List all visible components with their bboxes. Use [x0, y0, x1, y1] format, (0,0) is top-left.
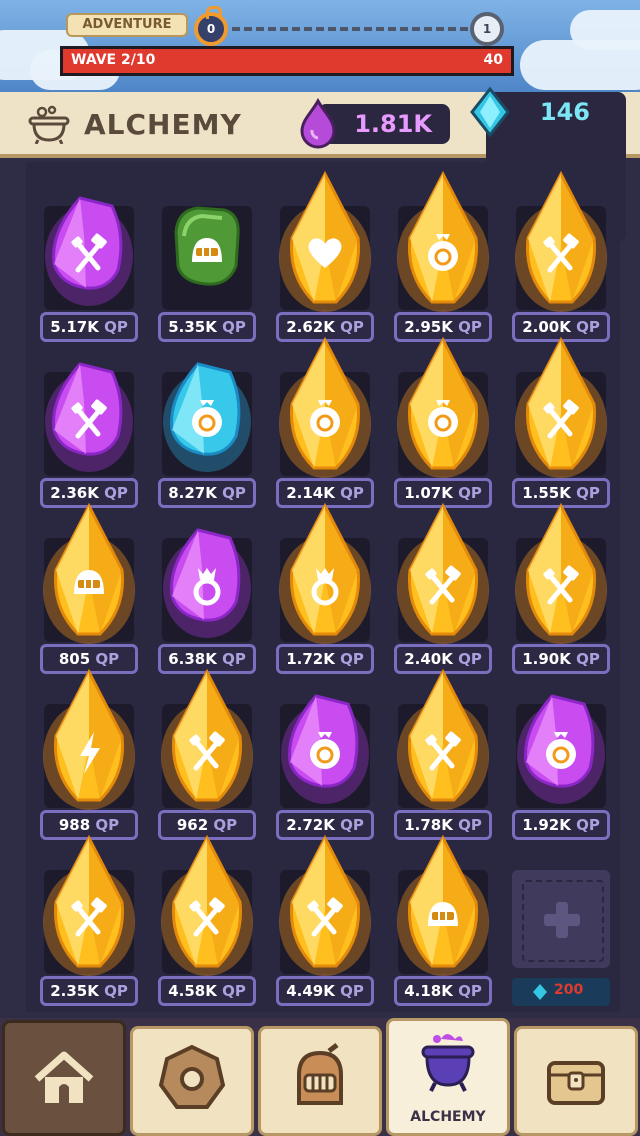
- crystal-gold: [43, 502, 135, 644]
- crystal-slot[interactable]: 2.95K QP: [394, 166, 492, 342]
- empty-slot[interactable]: 200: [512, 830, 610, 1006]
- crystal-gold: [279, 834, 371, 976]
- crystal-green: [174, 206, 240, 286]
- crystal-qp-label: 4.18K QP: [394, 976, 492, 1006]
- plus-icon: [544, 902, 580, 938]
- crystal-qp-value: 4.58K: [168, 982, 217, 1000]
- crystal-slot[interactable]: 2.00K QP: [512, 166, 610, 342]
- wave-value: 40: [483, 52, 503, 68]
- crystal-gold: [515, 502, 607, 644]
- crystal-slot[interactable]: 2.62K QP: [276, 166, 374, 342]
- diamond-icon: [533, 984, 547, 1000]
- crystal-purple: [517, 694, 605, 804]
- adventure-tag[interactable]: ADVENTURE: [66, 13, 188, 37]
- crystal-slot[interactable]: 805 QP: [40, 498, 138, 674]
- crystal-slot[interactable]: 5.17K QP: [40, 166, 138, 342]
- crystal-slot[interactable]: 2.14K QP: [276, 332, 374, 508]
- crystal-qp-label: 4.49K QP: [276, 976, 374, 1006]
- progress-track: [232, 27, 468, 31]
- progress-start-node: 0: [194, 6, 228, 46]
- crystal-gold: [43, 834, 135, 976]
- alchemy-grid: 5.17K QP 5.35K QP 2.62K QP 2.95K QP 2.00…: [26, 162, 620, 1012]
- progress-end-node: 1: [470, 12, 504, 46]
- crystal-slot[interactable]: 1.90K QP: [512, 498, 610, 674]
- crystal-gold: [515, 336, 607, 478]
- crystal-slot[interactable]: 4.49K QP: [276, 830, 374, 1006]
- crystal-slot[interactable]: 2.72K QP: [276, 664, 374, 840]
- crystal-gold: [397, 170, 489, 312]
- wave-label: WAVE 2/10: [71, 52, 156, 68]
- crystal-slot[interactable]: 5.35K QP: [158, 166, 256, 342]
- page-title: ALCHEMY: [84, 108, 242, 141]
- crystal-gold: [397, 668, 489, 810]
- crystal-slot[interactable]: 988 QP: [40, 664, 138, 840]
- crystal-gold: [397, 336, 489, 478]
- crystal-slot[interactable]: 1.72K QP: [276, 498, 374, 674]
- crystal-qp-label: 4.58K QP: [158, 976, 256, 1006]
- tab-upgrades[interactable]: [130, 1026, 254, 1136]
- crystal-gold: [161, 668, 253, 810]
- tab-alchemy[interactable]: ALCHEMY: [386, 1018, 510, 1136]
- crystal-gold: [397, 834, 489, 976]
- crystal-purple: [163, 528, 251, 638]
- crystal-blue: [163, 362, 251, 472]
- crystal-slot[interactable]: 8.27K QP: [158, 332, 256, 508]
- crystal-qp-value: 2.35K: [50, 982, 99, 1000]
- top-bar: ADVENTURE 0 1 WAVE 2/10 40: [0, 0, 640, 92]
- crystal-gold: [279, 336, 371, 478]
- tab-treasure[interactable]: [514, 1026, 638, 1136]
- crystal-qp-value: 4.49K: [286, 982, 335, 1000]
- crystal-gold: [43, 668, 135, 810]
- crystal-gold: [279, 170, 371, 312]
- cauldron-icon: [28, 105, 70, 144]
- diamond-icon: [470, 86, 510, 138]
- chest-icon: [547, 1061, 605, 1105]
- crystal-slot[interactable]: 6.38K QP: [158, 498, 256, 674]
- crystal-qp-unit: QP: [340, 982, 364, 1000]
- knight-helmet-icon: [297, 1043, 343, 1105]
- crystal-gold: [515, 170, 607, 312]
- crystal-slot[interactable]: 2.35K QP: [40, 830, 138, 1006]
- crystal-qp-unit: QP: [104, 982, 128, 1000]
- house-icon: [34, 1051, 94, 1103]
- cloud: [570, 10, 640, 50]
- crystal-slot[interactable]: 962 QP: [158, 664, 256, 840]
- crystal-slot[interactable]: 2.36K QP: [40, 332, 138, 508]
- qp-counter: 1.81K: [300, 98, 450, 149]
- crystal-slot[interactable]: 1.78K QP: [394, 664, 492, 840]
- crystal-slot[interactable]: 4.58K QP: [158, 830, 256, 1006]
- crystal-slot[interactable]: 1.92K QP: [512, 664, 610, 840]
- wave-progress-bar: WAVE 2/10 40: [60, 46, 514, 76]
- crystal-gold: [397, 502, 489, 644]
- gem-value: 146: [539, 98, 590, 126]
- crystal-qp-label: 2.35K QP: [40, 976, 138, 1006]
- crystal-purple: [45, 196, 133, 306]
- crystal-purple: [45, 362, 133, 472]
- unlock-cost[interactable]: 200: [512, 978, 610, 1006]
- tab-home[interactable]: [2, 1020, 126, 1136]
- bottom-nav: ALCHEMY: [0, 1018, 640, 1136]
- crystal-slot[interactable]: 1.55K QP: [512, 332, 610, 508]
- crystal-qp-value: 4.18K: [404, 982, 453, 1000]
- crystal-qp-unit: QP: [222, 982, 246, 1000]
- crystal-slot[interactable]: 1.07K QP: [394, 332, 492, 508]
- qp-value: 1.81K: [354, 110, 432, 138]
- potion-drop-icon: [300, 98, 336, 149]
- crystal-gold: [279, 502, 371, 644]
- crystal-purple: [281, 694, 369, 804]
- crystal-slot[interactable]: 4.18K QP: [394, 830, 492, 1006]
- gear-icon: [158, 1044, 226, 1109]
- tab-heroes[interactable]: [258, 1026, 382, 1136]
- unlock-cost-value: 200: [554, 982, 584, 998]
- tab-alchemy-label: ALCHEMY: [410, 1109, 486, 1125]
- crystal-slot[interactable]: 2.40K QP: [394, 498, 492, 674]
- crystal-gold: [161, 834, 253, 976]
- crystal-qp-unit: QP: [458, 982, 482, 1000]
- alchemy-header: ALCHEMY 1.81K 146: [0, 86, 640, 242]
- cauldron-icon: [421, 1034, 475, 1092]
